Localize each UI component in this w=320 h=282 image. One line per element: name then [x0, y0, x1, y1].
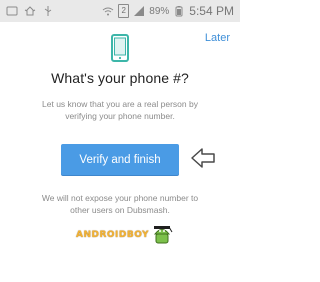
usb-icon [44, 6, 52, 16]
battery-percent: 89% [149, 5, 170, 17]
left-arrow-icon [191, 148, 215, 168]
watermark: ANDROIDBOY [76, 224, 173, 246]
status-bar-right: 2 89% 5:54 PM [102, 4, 240, 18]
notification-icon [6, 6, 18, 16]
status-bar: 2 89% 5:54 PM [0, 0, 240, 22]
watermark-text: ANDROIDBOY [76, 230, 150, 240]
smartphone-icon [111, 34, 129, 62]
android-mascot-icon [154, 226, 173, 244]
bug-icon [24, 6, 36, 16]
verify-and-finish-button[interactable]: Verify and finish [61, 144, 179, 175]
status-bar-left [0, 5, 54, 17]
battery-icon [175, 6, 183, 17]
sim-badge: 2 [118, 4, 130, 18]
wifi-icon [102, 7, 114, 16]
status-time: 5:54 PM [189, 4, 234, 18]
later-button[interactable]: Later [205, 32, 230, 44]
signal-icon [134, 6, 145, 16]
privacy-note: We will not expose your phone number to … [41, 193, 199, 215]
page-description: Let us know that you are a real person b… [42, 99, 198, 121]
page-title: What's your phone #? [51, 70, 189, 86]
